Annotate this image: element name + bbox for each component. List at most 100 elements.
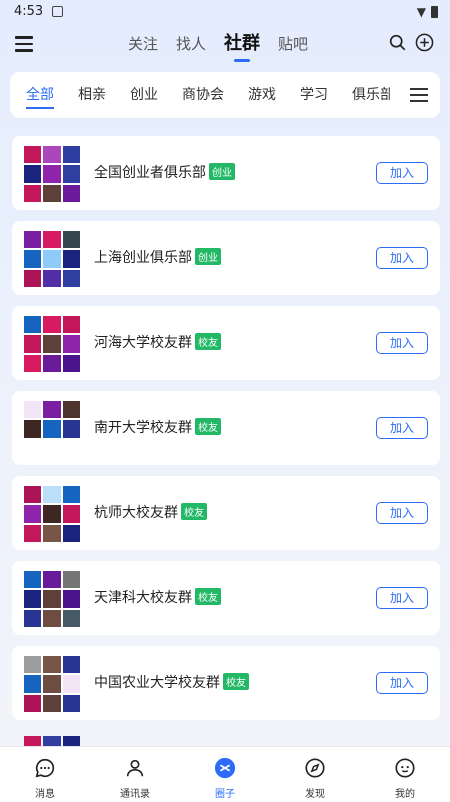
group-card[interactable]: 中国农业大学校友群 校友 加入 <box>12 646 440 720</box>
partial-group-avatar <box>24 736 80 746</box>
compass-icon <box>305 758 325 778</box>
avatar-tile <box>24 269 42 287</box>
join-button[interactable]: 加入 <box>376 332 428 354</box>
avatar-tile <box>24 354 42 372</box>
category-dating[interactable]: 相亲 <box>78 72 106 118</box>
nav-discover[interactable]: 发现 <box>270 747 360 802</box>
category-startup[interactable]: 创业 <box>130 72 158 118</box>
category-all[interactable]: 全部 <box>26 72 54 118</box>
avatar-tile <box>43 505 61 523</box>
avatar-tile <box>43 524 61 542</box>
profile-icon <box>395 758 415 778</box>
group-avatar <box>24 571 80 627</box>
avatar-tile <box>43 250 61 268</box>
avatar-tile <box>24 146 42 164</box>
avatar-tile <box>43 420 61 438</box>
avatar-tile <box>24 335 42 353</box>
search-icon[interactable] <box>389 34 406 51</box>
group-card[interactable]: 杭师大校友群 校友 加入 <box>12 476 440 550</box>
group-tag-badge: 校友 <box>195 418 221 435</box>
avatar-tile <box>43 656 61 674</box>
avatar-tile <box>43 590 61 608</box>
avatar-tile <box>62 269 80 287</box>
avatar-tile <box>24 420 42 438</box>
group-name-row: 南开大学校友群 校友 <box>94 417 221 437</box>
tab-forum[interactable]: 贴吧 <box>278 32 308 56</box>
nav-messages[interactable]: 消息 <box>0 747 90 802</box>
group-name: 天津科大校友群 <box>94 590 192 606</box>
notification-icon <box>52 6 63 17</box>
group-tag-badge: 创业 <box>209 163 235 180</box>
avatar-tile <box>24 694 42 712</box>
avatar-tile <box>24 505 42 523</box>
circle-icon <box>214 757 236 779</box>
category-chamber[interactable]: 商协会 <box>182 72 224 118</box>
avatar-tile <box>62 401 80 419</box>
category-study[interactable]: 学习 <box>300 72 328 118</box>
group-card[interactable]: 全国创业者俱乐部 创业 加入 <box>12 136 440 210</box>
avatar-tile <box>62 694 80 712</box>
tab-follow[interactable]: 关注 <box>128 32 158 56</box>
menu-icon[interactable] <box>15 36 33 52</box>
avatar-tile <box>43 401 61 419</box>
tab-find-people[interactable]: 找人 <box>176 32 206 56</box>
status-bar: 4:53 ▼ <box>0 0 450 24</box>
group-name-row: 全国创业者俱乐部 创业 <box>94 162 235 182</box>
group-card[interactable]: 天津科大校友群 校友 加入 <box>12 561 440 635</box>
avatar-tile <box>43 439 61 457</box>
nav-label: 通讯录 <box>120 789 150 800</box>
avatar-tile <box>62 335 80 353</box>
avatar-tile <box>24 656 42 674</box>
nav-circle[interactable]: 圈子 <box>180 747 270 802</box>
avatar-tile <box>24 401 42 419</box>
group-list: 全国创业者俱乐部 创业 加入 上海创业俱乐部 创业 加入 河海大学校友群 校友 加入 南开大学校友… <box>12 136 440 731</box>
avatar-tile <box>24 439 42 457</box>
nav-label: 我的 <box>395 789 415 800</box>
avatar-tile <box>43 335 61 353</box>
join-button[interactable]: 加入 <box>376 587 428 609</box>
join-button[interactable]: 加入 <box>376 417 428 439</box>
avatar-tile <box>24 609 42 627</box>
join-button[interactable]: 加入 <box>376 162 428 184</box>
group-tag-badge: 创业 <box>195 248 221 265</box>
category-list-icon[interactable] <box>410 88 428 102</box>
avatar-tile <box>62 609 80 627</box>
top-tabs: 关注 找人 社群 贴吧 <box>128 32 308 56</box>
group-tag-badge: 校友 <box>223 673 249 690</box>
group-tag-badge: 校友 <box>195 333 221 350</box>
avatar-tile <box>24 590 42 608</box>
group-avatar <box>24 146 80 202</box>
group-name: 上海创业俱乐部 <box>94 250 192 266</box>
group-name-row: 杭师大校友群 校友 <box>94 502 207 522</box>
category-games[interactable]: 游戏 <box>248 72 276 118</box>
avatar-tile <box>24 165 42 183</box>
group-name: 中国农业大学校友群 <box>94 675 220 691</box>
nav-contacts[interactable]: 通讯录 <box>90 747 180 802</box>
add-icon[interactable] <box>415 33 434 52</box>
category-club[interactable]: 俱乐部 <box>352 72 394 118</box>
tab-community[interactable]: 社群 <box>224 32 260 56</box>
avatar-tile <box>24 524 42 542</box>
group-card[interactable]: 南开大学校友群 校友 加入 <box>12 391 440 465</box>
group-card[interactable]: 河海大学校友群 校友 加入 <box>12 306 440 380</box>
avatar-tile <box>43 316 61 334</box>
join-button[interactable]: 加入 <box>376 672 428 694</box>
join-button[interactable]: 加入 <box>376 247 428 269</box>
avatar-tile <box>24 486 42 504</box>
message-icon <box>35 758 55 778</box>
avatar-tile <box>43 694 61 712</box>
avatar-tile <box>43 165 61 183</box>
group-tag-badge: 校友 <box>195 588 221 605</box>
avatar-tile <box>43 269 61 287</box>
avatar-tile <box>62 250 80 268</box>
avatar-tile <box>43 486 61 504</box>
avatar-tile <box>43 146 61 164</box>
avatar-tile <box>43 609 61 627</box>
group-card[interactable]: 上海创业俱乐部 创业 加入 <box>12 221 440 295</box>
group-tag-badge: 校友 <box>181 503 207 520</box>
nav-profile[interactable]: 我的 <box>360 747 450 802</box>
join-button[interactable]: 加入 <box>376 502 428 524</box>
battery-icon <box>431 6 438 18</box>
avatar-tile <box>43 231 61 249</box>
avatar-tile <box>62 354 80 372</box>
